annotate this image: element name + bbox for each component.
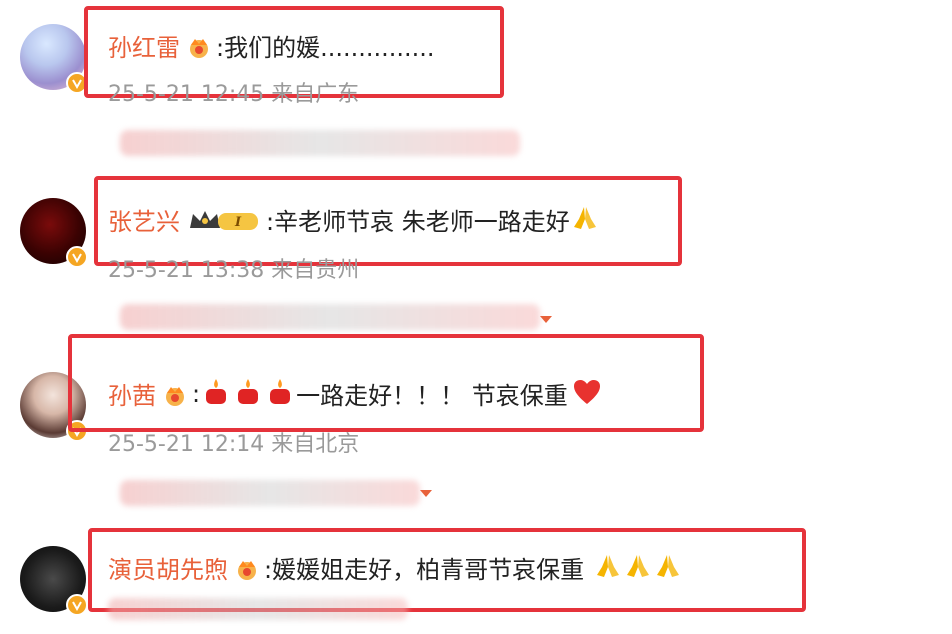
- verified-badge-icon: [66, 594, 88, 616]
- crown-badge-icon: [234, 555, 260, 581]
- crown-badge-icon: [186, 33, 212, 59]
- comment-text-prefix: :: [192, 379, 201, 408]
- pray-emoji-icon: [594, 553, 622, 583]
- comment-location: 来自广东: [271, 82, 360, 107]
- heart-emoji-icon: [572, 378, 602, 410]
- comment-text: :我们的媛...............: [216, 34, 435, 62]
- username[interactable]: 孙茜: [108, 376, 156, 411]
- blurred-reply-preview: [120, 130, 520, 156]
- comment-text: :辛老师节哀 朱老师一路走好: [266, 208, 570, 236]
- blurred-reply-preview: [120, 480, 420, 506]
- expand-arrow-icon[interactable]: [420, 490, 432, 497]
- comment-location: 来自贵州: [271, 258, 360, 283]
- vip-crown-level-icon: I: [186, 206, 262, 234]
- crown-badge-icon: [162, 381, 188, 407]
- comment-text: 一路走好！！！ 节哀保重: [296, 382, 568, 410]
- comment-text: :媛媛姐走好，柏青哥节哀保重: [264, 556, 585, 584]
- username[interactable]: 张艺兴: [108, 202, 180, 237]
- username[interactable]: 孙红雷: [108, 28, 180, 63]
- candle-emoji-icon: [201, 377, 231, 411]
- verified-badge-icon: [66, 246, 88, 268]
- comment-location: 来自北京: [271, 432, 360, 457]
- comment-time: 25-5-21 12:14: [108, 432, 265, 457]
- candle-emoji-icon: [265, 377, 295, 411]
- pray-emoji-icon: [624, 553, 652, 583]
- pray-emoji-icon: [654, 553, 682, 583]
- blurred-reply-preview: [120, 304, 540, 330]
- username[interactable]: 演员胡先煦: [108, 550, 228, 585]
- blurred-meta: [108, 598, 408, 620]
- svg-text:I: I: [234, 215, 242, 230]
- comment-time: 25-5-21 13:38: [108, 258, 265, 283]
- expand-arrow-icon[interactable]: [540, 316, 552, 323]
- pray-emoji-icon: [571, 205, 599, 235]
- candle-emoji-icon: [233, 377, 263, 411]
- comment-time: 25-5-21 12:45: [108, 82, 265, 107]
